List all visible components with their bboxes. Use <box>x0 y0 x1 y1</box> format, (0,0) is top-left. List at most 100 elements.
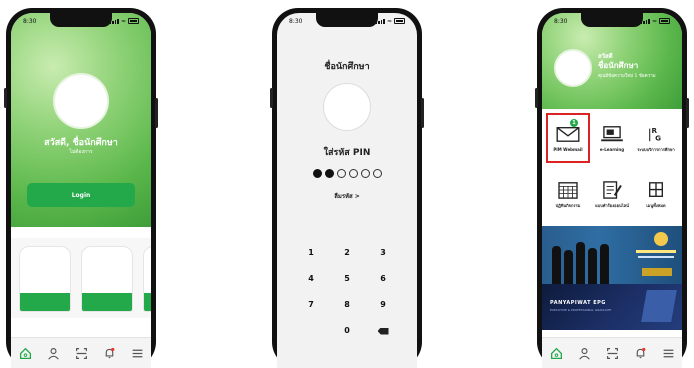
pin-indicator <box>277 169 417 178</box>
keypad-key-3[interactable]: 3 <box>365 245 401 261</box>
banner-subtitle: EXECUTIVE & PROFESSIONAL GRADUATE <box>550 308 612 312</box>
pin-label: ใส่รหัส PIN <box>323 148 371 158</box>
greeting-text: สวัสดี, ชื่อนักศึกษา <box>44 138 118 148</box>
wifi-icon: ≈ <box>120 17 126 25</box>
menu-item-all[interactable]: เมนูทั้งหมด <box>634 169 678 219</box>
menu-item-label: เมนูทั้งหมด <box>646 203 666 209</box>
banner-text-line <box>636 250 676 253</box>
volume-button <box>270 88 273 108</box>
keypad-key-0[interactable]: 0 <box>329 323 365 339</box>
student-name: ชื่อนักศึกษา <box>598 61 639 70</box>
status-time: 8:30 <box>554 17 568 25</box>
tab-profile[interactable] <box>45 345 61 361</box>
graduate-figure <box>576 242 585 284</box>
tab-scan[interactable] <box>604 345 620 361</box>
menu-item-registration[interactable]: RG ระบบบริการการศึกษา <box>634 113 678 163</box>
hero-section: สวัสดี, ชื่อนักศึกษา ไม่ต้องการ Login <box>11 13 151 227</box>
scan-icon <box>75 347 87 359</box>
card-carousel <box>11 238 151 318</box>
banner-text-line <box>638 256 674 258</box>
status-icons: ≈ <box>640 17 670 25</box>
carousel-card[interactable] <box>19 246 71 312</box>
menu-item-calendar[interactable]: ปฏิทินกิจกรรม <box>546 169 590 219</box>
svg-text:G: G <box>655 133 661 142</box>
phone-home-screen: 8:30 ≈ สวัสดี ชื่อนักศึกษา คุณมีข้อความใ… <box>535 8 689 368</box>
notification-icon <box>105 347 114 358</box>
epg-banner[interactable]: PANYAPIWAT EPG EXECUTIVE & PROFESSIONAL … <box>542 284 682 330</box>
power-button <box>686 98 689 128</box>
form-icon <box>599 179 625 201</box>
menu-item-label: ระบบบริการการศึกษา <box>637 147 675 153</box>
keypad-key-9[interactable]: 9 <box>365 297 401 313</box>
pin-dot-filled <box>324 169 334 178</box>
university-seal-icon <box>654 232 668 246</box>
graduate-figure <box>564 250 573 284</box>
status-time: 8:30 <box>289 17 303 25</box>
home-icon <box>550 347 562 359</box>
graduate-figure <box>600 244 609 284</box>
tab-notification[interactable] <box>632 345 648 361</box>
keypad-key-5[interactable]: 5 <box>329 271 365 287</box>
menu-item-label: แบบคำร้องออนไลน์ <box>595 203 629 209</box>
tab-home[interactable] <box>17 345 33 361</box>
tab-notification[interactable] <box>101 345 117 361</box>
pin-dot-filled <box>312 169 322 178</box>
power-button <box>421 98 424 128</box>
menu-item-webmail[interactable]: 1 PIM Webmail <box>546 113 590 163</box>
menu-item-label: e-Learning <box>599 147 625 153</box>
status-icons: ≈ <box>375 18 405 25</box>
phone-login-screen: 8:30 ≈ สวัสดี, ชื่อนักศึกษา ไม่ต้องการ L… <box>4 8 158 368</box>
phone-pin-screen: 8:30 ≈ ชื่อนักศึกษา ใส่รหัส PIN ลืมรหัส … <box>270 8 424 368</box>
carousel-card[interactable] <box>143 246 151 312</box>
graduate-figure <box>552 246 561 284</box>
login-button[interactable]: Login <box>27 183 135 207</box>
keypad-key-4[interactable]: 4 <box>293 271 329 287</box>
keypad-delete-button[interactable] <box>365 323 401 339</box>
unread-badge: 1 <box>570 119 578 127</box>
home-icon <box>19 347 31 359</box>
keypad-key-6[interactable]: 6 <box>365 271 401 287</box>
wifi-icon: ≈ <box>651 17 657 25</box>
profile-icon <box>47 347 59 360</box>
profile-icon <box>578 347 590 360</box>
banner-title: PANYAPIWAT EPG <box>550 300 606 306</box>
tab-home[interactable] <box>548 345 564 361</box>
menu-icon <box>663 349 673 357</box>
student-name: ชื่อนักศึกษา <box>324 62 370 72</box>
menu-item-label: ปฏิทินกิจกรรม <box>555 203 581 209</box>
keypad-key-7[interactable]: 7 <box>293 297 329 313</box>
graduation-banner[interactable] <box>542 226 682 284</box>
battery-icon <box>659 18 670 24</box>
carousel-card[interactable] <box>81 246 133 312</box>
message-count-text: คุณมีข้อความใหม่ 1 ข้อความ <box>598 74 656 79</box>
registration-icon: RG <box>643 123 669 145</box>
volume-button <box>535 88 538 108</box>
keypad-key-8[interactable]: 8 <box>329 297 365 313</box>
keypad-key-1[interactable]: 1 <box>293 245 329 261</box>
building-graphic <box>641 290 677 322</box>
bottom-tab-bar <box>542 337 682 368</box>
tab-menu[interactable] <box>129 345 145 361</box>
screen: 8:30 ≈ ชื่อนักศึกษา ใส่รหัส PIN ลืมรหัส … <box>277 13 417 368</box>
card-bar <box>144 293 151 311</box>
tab-profile[interactable] <box>576 345 592 361</box>
graduate-figure <box>588 248 597 284</box>
keypad-key-2[interactable]: 2 <box>329 245 365 261</box>
screen: 8:30 ≈ สวัสดี ชื่อนักศึกษา คุณมีข้อความใ… <box>542 13 682 368</box>
menu-icon <box>132 349 142 357</box>
pin-dot-empty <box>372 169 382 178</box>
backspace-icon <box>377 327 389 335</box>
avatar <box>323 83 371 131</box>
pin-dot-empty <box>348 169 358 178</box>
notification-icon <box>636 347 645 358</box>
menu-item-online-form[interactable]: แบบคำร้องออนไลน์ <box>590 169 634 219</box>
tab-menu[interactable] <box>660 345 676 361</box>
forgot-pin-link[interactable]: ลืมรหัส > <box>277 191 417 201</box>
banner-logos <box>642 268 672 276</box>
menu-item-elearning[interactable]: e-Learning <box>590 113 634 163</box>
menu-item-label: PIM Webmail <box>553 147 583 153</box>
tab-scan[interactable] <box>73 345 89 361</box>
pin-dot-empty <box>336 169 346 178</box>
status-time: 8:30 <box>23 17 37 25</box>
keypad-empty <box>293 323 329 339</box>
